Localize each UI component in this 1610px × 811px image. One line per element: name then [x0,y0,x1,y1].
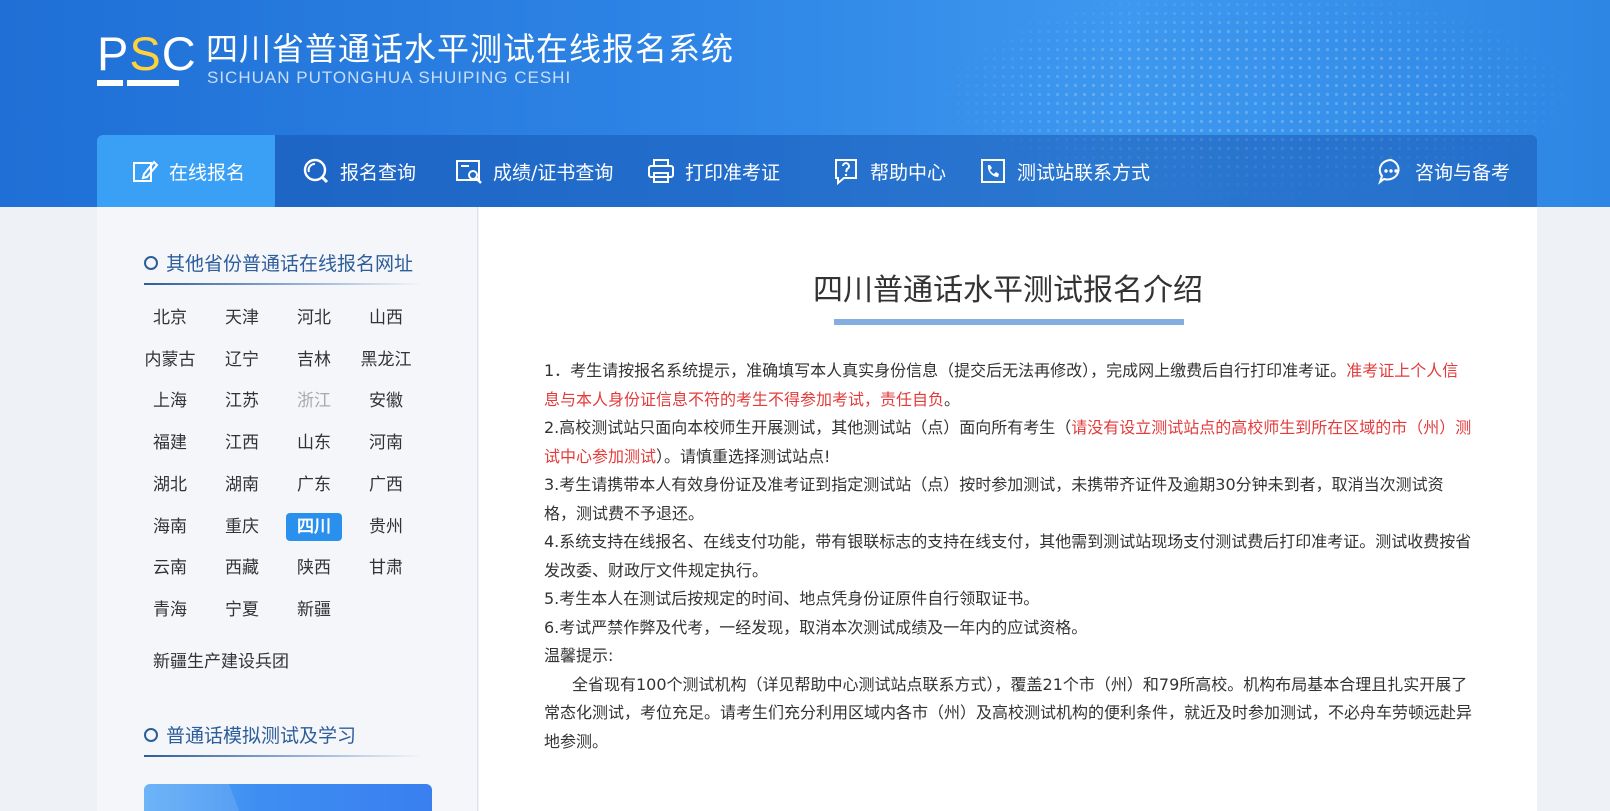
province-link[interactable]: 安徽 [358,387,414,415]
section-divider [144,755,422,757]
nav-item-label: 报名查询 [340,161,417,184]
province-link[interactable]: 陕西 [286,554,342,582]
nav-item-online-registration[interactable]: 在线报名 [97,135,276,207]
section-divider [144,283,422,285]
nav-item-label: 测试站联系方式 [1017,161,1151,184]
province-link[interactable]: 江苏 [214,387,270,415]
mock-test-banner[interactable] [144,784,432,811]
province-link[interactable]: 青海 [142,596,198,624]
province-link[interactable]: 西藏 [214,554,270,582]
province-link[interactable]: 山西 [358,304,414,332]
nav-item-registration-query[interactable]: 报名查询 [302,135,416,207]
printer-icon [647,157,675,185]
tip-body: 全省现有100个测试机构（详见帮助中心测试站点联系方式），覆盖21个市（州）和7… [544,674,1473,751]
logo-bar [127,80,179,86]
province-link[interactable]: 宁夏 [214,596,270,624]
notice-item: 4.系统支持在线报名、在线支付功能，带有银联标志的支持在线支付，其他需到测试站现… [544,532,1472,580]
nav-item-label: 成绩/证书查询 [493,161,614,184]
header-banner: PSC 四川省普通话水平测试在线报名系统 SICHUAN PUTONGHUA S… [0,0,1610,207]
notice-item: 1．考生请按报名系统提示，准确填写本人真实身份信息（提交后无法再修改），完成网上… [544,361,1459,409]
notice-item: 6.考试严禁作弊及代考，一经发现，取消本次测试成绩及一年内的应试资格。 [544,617,1088,637]
province-link[interactable]: 广东 [286,471,342,499]
province-link[interactable]: 内蒙古 [142,346,198,374]
nav-item-help-center[interactable]: 帮助中心 [832,135,946,207]
intro-article: 1．考生请按报名系统提示，准确填写本人真实身份信息（提交后无法再修改），完成网上… [544,357,1474,756]
notice-item: 2.高校测试站只面向本校师生开展测试，其他测试站（点）面向所有考生（请没有设立测… [544,418,1472,466]
province-link[interactable]: 海南 [142,513,198,541]
province-link[interactable]: 贵州 [358,513,414,541]
province-link[interactable]: 黑龙江 [358,346,414,374]
province-link[interactable]: 北京 [142,304,198,332]
province-link[interactable]: 湖北 [142,471,198,499]
notice-item: 5.考生本人在测试后按规定的时间、地点凭身份证原件自行领取证书。 [544,589,1040,608]
nav-item-score-certificate-query[interactable]: 成绩/证书查询 [455,135,613,207]
province-link[interactable]: 天津 [214,304,270,332]
province-link[interactable]: 新疆 [286,596,342,624]
sidebar: 其他省份普通话在线报名网址 北京 天津 河北 山西内蒙古 辽宁 吉林 黑龙江上海 江苏 浙江 安徽… [97,207,478,811]
province-link[interactable]: 上海 [142,387,198,415]
nav-item-print-admission-ticket[interactable]: 打印准考证 [647,135,780,207]
nav-item-label: 帮助中心 [870,161,947,184]
province-link[interactable]: 重庆 [214,513,270,541]
province-link[interactable]: 四川 [286,512,342,541]
logo-bar [97,80,123,86]
circle-bullet-icon [144,255,158,270]
province-link[interactable]: 辽宁 [214,346,270,374]
nav-item-label: 打印准考证 [685,161,781,184]
site-title: 四川省普通话水平测试在线报名系统 [206,30,735,68]
province-link[interactable]: 云南 [142,554,198,582]
logo-text: PSC [97,27,197,80]
nav-item-station-contacts[interactable]: 测试站联系方式 [979,135,1150,207]
province-link[interactable]: 河北 [286,304,342,332]
title-underline [834,319,1184,325]
psc-logo[interactable]: PSC [97,27,196,88]
nav-item-consult-prepare[interactable]: 咨询与备考 [1377,135,1510,207]
province-link[interactable]: 湖南 [214,471,270,499]
province-link[interactable]: 甘肃 [358,554,414,582]
circle-bullet-icon [144,727,158,742]
province-link[interactable]: 浙江 [286,387,342,415]
province-link[interactable]: 山东 [286,429,342,457]
province-link[interactable]: 福建 [142,429,198,457]
edit-icon [131,157,159,185]
sidebar-section-title: 其他省份普通话在线报名网址 [144,249,413,276]
certificate-search-icon [455,157,483,185]
help-icon [832,157,860,186]
tip-label: 温馨提示: [544,646,614,665]
contact-phone-icon [979,157,1007,185]
site-subtitle: SICHUAN PUTONGHUA SHUIPING CESHI [207,68,572,87]
sidebar-section-title: 普通话模拟测试及学习 [144,721,356,748]
page-title: 四川普通话水平测试报名介绍 [813,273,1203,308]
province-link[interactable]: 吉林 [286,346,342,374]
main-nav: 在线报名 报名查询 成绩/证书查询 打印准考证 帮助中心 测试站联系方式 咨询与… [97,135,1537,207]
province-link[interactable]: 江西 [214,429,270,457]
notice-item: 3.考生请携带本人有效身份证及准考证到指定测试站（点）按时参加测试，未携带齐证件… [544,475,1444,523]
nav-item-label: 咨询与备考 [1415,161,1511,184]
nav-item-label: 在线报名 [169,161,246,184]
province-link-xinjiang-corps[interactable]: 新疆生产建设兵团 [153,647,289,672]
search-icon [302,157,330,185]
main-content: 四川普通话水平测试报名介绍 1．考生请按报名系统提示，准确填写本人真实身份信息（… [479,207,1537,811]
chat-icon [1377,157,1405,185]
province-link[interactable]: 河南 [358,429,414,457]
province-link[interactable]: 广西 [358,471,414,499]
